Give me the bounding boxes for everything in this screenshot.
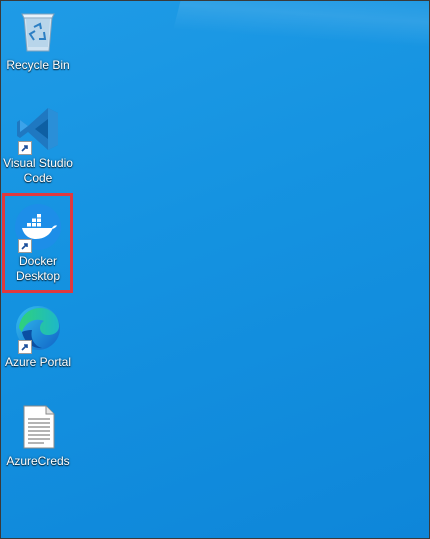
highlight-box (2, 193, 73, 293)
desktop-icon-label: Azure Portal (4, 355, 72, 369)
vscode-icon (14, 105, 62, 155)
desktop-icon-recycle-bin[interactable]: Recycle Bin (3, 7, 73, 73)
shortcut-arrow-icon (18, 340, 32, 354)
wallpaper-light-streak (171, 1, 429, 123)
recycle-bin-icon (14, 7, 62, 55)
text-file-icon (14, 403, 62, 451)
desktop-icon-label: Visual Studio Code (3, 156, 73, 185)
desktop-icon-azurecreds[interactable]: AzureCreds (3, 403, 73, 469)
edge-icon (14, 304, 62, 354)
desktop-icon-vscode[interactable]: Visual Studio Code (3, 105, 73, 186)
desktop-icon-label: Recycle Bin (6, 58, 70, 72)
desktop-icon-azure-portal[interactable]: Azure Portal (3, 304, 73, 370)
desktop[interactable]: Recycle Bin Visual Studio Code Docker De… (0, 0, 430, 539)
desktop-icon-label: AzureCreds (6, 454, 70, 468)
shortcut-arrow-icon (18, 141, 32, 155)
